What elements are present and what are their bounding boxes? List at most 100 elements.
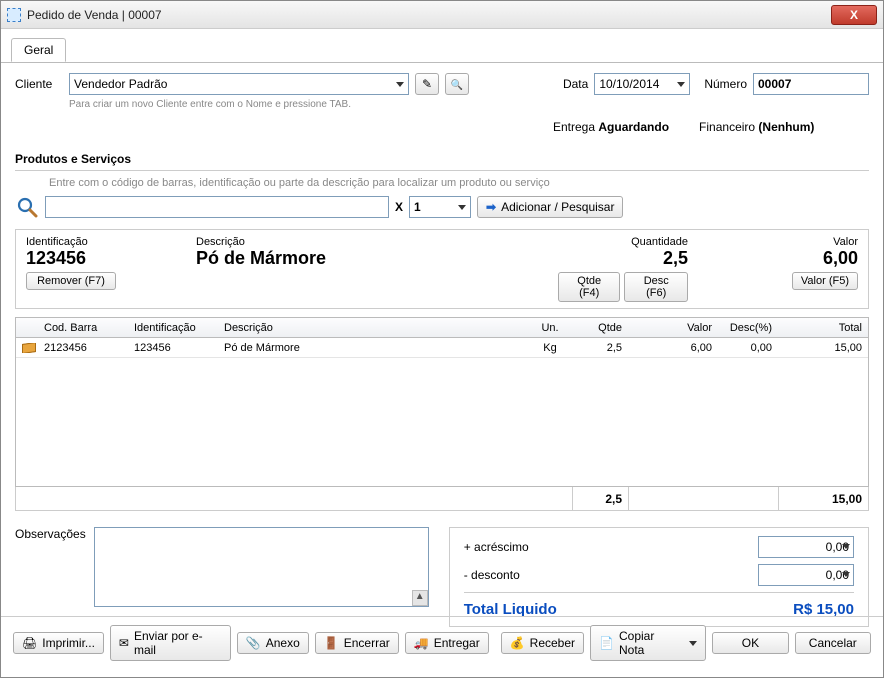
col-descp[interactable]: Desc(%) <box>718 322 778 334</box>
acrescimo-input[interactable] <box>758 536 854 558</box>
delivery-value: Aguardando <box>598 120 669 134</box>
chevron-down-icon <box>842 544 850 549</box>
current-qty-label: Quantidade <box>631 236 688 248</box>
window-title: Pedido de Venda | 00007 <box>27 8 831 22</box>
table-header: Cod. Barra Identificação Descrição Un. Q… <box>16 318 868 338</box>
copy-icon: 📄 <box>599 636 614 650</box>
paperclip-icon: 📎 <box>246 636 261 650</box>
obs-label: Observações <box>15 527 86 627</box>
chevron-down-icon <box>689 641 697 646</box>
button-bar: 🖨Imprimir... ✉Enviar por e-mail 📎Anexo 🚪… <box>1 616 883 669</box>
delivery-status: Entrega Aguardando <box>553 120 669 134</box>
qtde-button[interactable]: Qtde (F4) <box>558 272 620 302</box>
sales-order-window: Pedido de Venda | 00007 X Geral Cliente … <box>0 0 884 678</box>
valor-button[interactable]: Valor (F5) <box>792 272 858 290</box>
col-total[interactable]: Total <box>778 322 868 334</box>
observations-textarea[interactable] <box>95 528 428 590</box>
desc-button[interactable]: Desc (F6) <box>624 272 688 302</box>
magnifier-icon <box>15 195 39 219</box>
chevron-down-icon <box>458 205 466 210</box>
client-dropdown[interactable]: Vendedor Padrão <box>69 73 409 95</box>
qty-value: 1 <box>414 200 421 214</box>
delivery-label: Entrega <box>553 120 595 134</box>
cancel-button[interactable]: Cancelar <box>795 632 871 654</box>
number-field[interactable] <box>753 73 869 95</box>
current-valor-label: Valor <box>833 236 858 248</box>
sum-qtde: 2,5 <box>572 487 628 510</box>
acrescimo-label: + acréscimo <box>464 540 529 554</box>
titlebar: Pedido de Venda | 00007 X <box>1 1 883 29</box>
email-button[interactable]: ✉Enviar por e-mail <box>110 625 231 661</box>
current-valor-value: 6,00 <box>823 248 858 269</box>
col-un[interactable]: Un. <box>528 322 572 334</box>
date-value: 10/10/2014 <box>599 77 659 91</box>
product-search-hint: Entre com o código de barras, identifica… <box>49 177 869 189</box>
number-label: Número <box>704 77 747 91</box>
add-search-button[interactable]: ➡ Adicionar / Pesquisar <box>477 196 623 218</box>
col-valor[interactable]: Valor <box>628 322 718 334</box>
observations-box: ▲ <box>94 527 429 607</box>
financial-label: Financeiro <box>699 120 755 134</box>
printer-icon: 🖨 <box>22 636 37 650</box>
current-id-label: Identificação <box>26 236 156 248</box>
current-product-panel: Identificação 123456 Remover (F7) Descri… <box>15 229 869 309</box>
row-total: 15,00 <box>778 342 868 354</box>
remove-button[interactable]: Remover (F7) <box>26 272 116 290</box>
product-search-input[interactable] <box>45 196 389 218</box>
receive-button[interactable]: 💰Receber <box>501 632 584 654</box>
close-button[interactable]: X <box>831 5 877 25</box>
tab-strip: Geral <box>1 37 883 63</box>
col-cod[interactable]: Cod. Barra <box>38 322 128 334</box>
qty-prefix: X <box>395 200 403 214</box>
app-icon <box>7 8 21 22</box>
deliver-button[interactable]: 🚚Entregar <box>405 632 489 654</box>
client-value: Vendedor Padrão <box>74 77 167 91</box>
row-desc: Pó de Mármore <box>218 342 528 354</box>
current-desc-label: Descrição <box>196 236 518 248</box>
col-desc[interactable]: Descrição <box>218 322 528 334</box>
copy-note-button[interactable]: 📄Copiar Nota <box>590 625 706 661</box>
financial-value: (Nenhum) <box>758 120 814 134</box>
current-desc-value: Pó de Mármore <box>196 248 518 269</box>
close-order-button[interactable]: 🚪Encerrar <box>315 632 399 654</box>
arrow-right-icon: ➡ <box>486 200 496 214</box>
search-icon <box>451 77 463 91</box>
truck-icon: 🚚 <box>414 636 429 650</box>
add-search-label: Adicionar / Pesquisar <box>501 200 614 214</box>
col-qtde[interactable]: Qtde <box>572 322 628 334</box>
client-label: Cliente <box>15 77 63 91</box>
date-label: Data <box>563 77 588 91</box>
edit-client-button[interactable] <box>415 73 439 95</box>
chevron-down-icon <box>842 572 850 577</box>
desconto-label: - desconto <box>464 568 520 582</box>
product-icon <box>22 343 36 353</box>
products-table: Cod. Barra Identificação Descrição Un. Q… <box>15 317 869 487</box>
current-qty-value: 2,5 <box>663 248 688 269</box>
ok-button[interactable]: OK <box>712 632 788 654</box>
mail-icon: ✉ <box>119 636 129 650</box>
col-id[interactable]: Identificação <box>128 322 218 334</box>
attachment-button[interactable]: 📎Anexo <box>237 632 309 654</box>
chevron-down-icon <box>677 82 685 87</box>
tab-general[interactable]: Geral <box>11 38 66 62</box>
pencil-icon <box>422 77 432 91</box>
row-qtde: 2,5 <box>572 342 628 354</box>
search-client-button[interactable] <box>445 73 469 95</box>
date-picker[interactable]: 10/10/2014 <box>594 73 690 95</box>
chevron-down-icon <box>396 82 404 87</box>
desconto-input[interactable] <box>758 564 854 586</box>
financial-status: Financeiro (Nenhum) <box>699 120 814 134</box>
scroll-up-icon[interactable]: ▲ <box>412 590 428 606</box>
table-row[interactable]: 2123456 123456 Pó de Mármore Kg 2,5 6,00… <box>16 338 868 358</box>
current-id-value: 123456 <box>26 248 156 269</box>
calculation-panel: + acréscimo - desconto Total Liquido R <box>449 527 869 627</box>
money-icon: 💰 <box>510 636 525 650</box>
row-cod: 2123456 <box>38 342 128 354</box>
print-button[interactable]: 🖨Imprimir... <box>13 632 104 654</box>
quantity-selector[interactable]: 1 <box>409 196 471 218</box>
sum-total: 15,00 <box>778 487 868 510</box>
totals-strip: 2,5 15,00 <box>15 487 869 511</box>
client-hint: Para criar um novo Cliente entre com o N… <box>69 99 869 110</box>
row-descp: 0,00 <box>718 342 778 354</box>
products-section-title: Produtos e Serviços <box>15 152 869 171</box>
